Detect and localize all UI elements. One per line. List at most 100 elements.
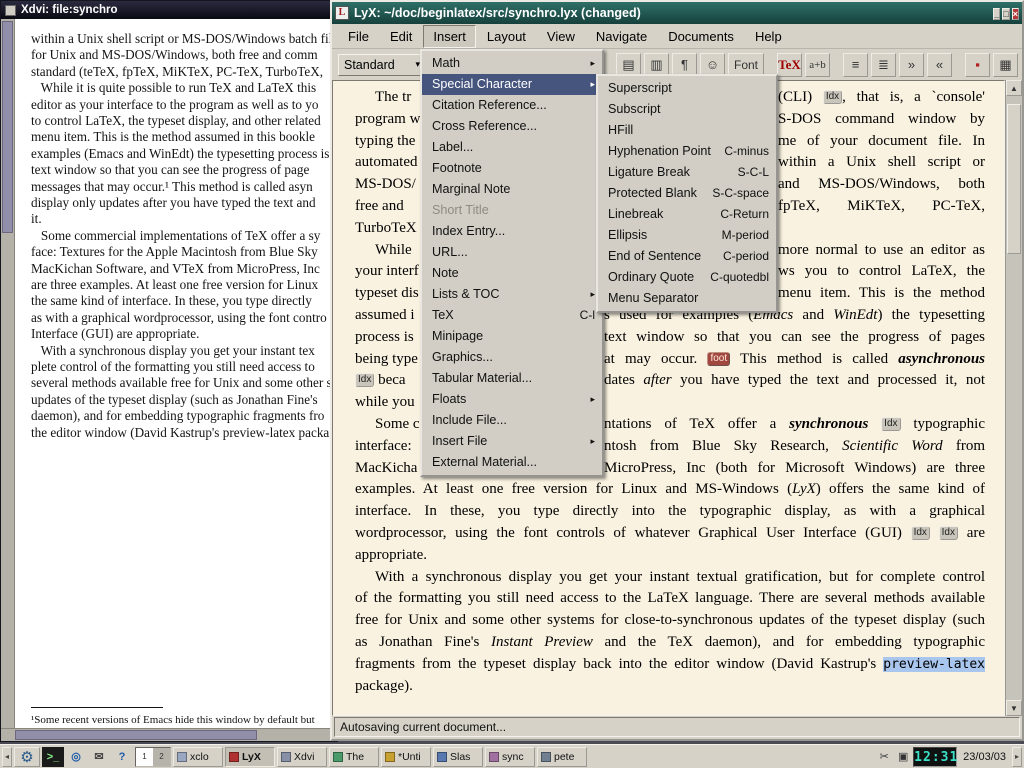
insert-menu-item-marginal-note[interactable]: Marginal Note xyxy=(422,179,602,200)
special-char-item-hyphenation-point[interactable]: Hyphenation PointC-minus xyxy=(598,141,776,162)
scroll-up-icon[interactable]: ▲ xyxy=(1006,80,1022,96)
close-button[interactable]: × xyxy=(1012,8,1019,20)
task-button-xdvi[interactable]: Xdvi xyxy=(277,747,327,767)
led-clock[interactable]: 12:31 xyxy=(913,747,957,767)
insert-menu-item-citation-reference[interactable]: Citation Reference... xyxy=(422,95,602,116)
klipper-icon[interactable]: ✂ xyxy=(876,749,892,765)
insert-menu-item-index-entry[interactable]: Index Entry... xyxy=(422,221,602,242)
tex-button[interactable]: TeX xyxy=(777,53,802,77)
task-button-slas[interactable]: Slas xyxy=(433,747,483,767)
math-mode-button[interactable]: a+b xyxy=(805,53,830,77)
xdvi-text-line: plete control of the formatting you stil… xyxy=(31,359,315,375)
font-button[interactable]: Font xyxy=(728,53,764,77)
insert-menu-item-insert-file[interactable]: Insert File▸ xyxy=(422,431,602,452)
special-char-item-linebreak[interactable]: LinebreakC-Return xyxy=(598,204,776,225)
insert-menu-item-note[interactable]: Note xyxy=(422,263,602,284)
index-inset-badge[interactable]: Idx xyxy=(911,526,930,540)
lyx-vertical-scrollbar-thumb[interactable] xyxy=(1007,104,1021,254)
taskbar-date[interactable]: 23/03/03 xyxy=(959,751,1010,763)
copy-icon[interactable]: ▥ xyxy=(644,53,669,77)
paragraph-style-combo[interactable]: Standard ▾ xyxy=(338,54,426,76)
insert-menu-item-minipage[interactable]: Minipage xyxy=(422,326,602,347)
index-inset-badge[interactable]: Idx xyxy=(355,373,374,387)
xdvi-titlebar[interactable]: Xdvi: file:synchro xyxy=(1,1,337,19)
menu-documents[interactable]: Documents xyxy=(658,25,744,48)
itemize-list-icon[interactable]: ≡ xyxy=(843,53,868,77)
special-char-item-subscript[interactable]: Subscript xyxy=(598,99,776,120)
xdvi-vertical-scrollbar[interactable] xyxy=(1,19,15,728)
menu-help[interactable]: Help xyxy=(745,25,792,48)
insert-menu-item-tabular-material[interactable]: Tabular Material... xyxy=(422,368,602,389)
menu-file[interactable]: File xyxy=(338,25,379,48)
task-button-unti[interactable]: *Unti xyxy=(381,747,431,767)
insert-menu-item-short-title[interactable]: Short Title xyxy=(422,200,602,221)
special-char-item-ordinary-quote[interactable]: Ordinary QuoteC-quotedbl xyxy=(598,267,776,288)
pager-desktop-1[interactable]: 1 xyxy=(136,748,153,766)
menu-insert[interactable]: Insert xyxy=(423,25,476,48)
desktop-pager[interactable]: 12 xyxy=(135,747,171,767)
insert-menu-item-math[interactable]: Math▸ xyxy=(422,53,602,74)
panel-hide-left-arrow[interactable]: ◂ xyxy=(2,747,12,767)
scroll-down-icon[interactable]: ▼ xyxy=(1006,700,1022,716)
insert-menu-item-floats[interactable]: Floats▸ xyxy=(422,389,602,410)
insert-menu-item-external-material[interactable]: External Material... xyxy=(422,452,602,473)
decrease-depth-icon[interactable]: « xyxy=(927,53,952,77)
insert-menu-item-graphics[interactable]: Graphics... xyxy=(422,347,602,368)
insert-menu-item-url[interactable]: URL... xyxy=(422,242,602,263)
insert-table-icon[interactable]: ▦ xyxy=(993,53,1018,77)
special-char-item-ellipsis[interactable]: EllipsisM-period xyxy=(598,225,776,246)
menu-navigate[interactable]: Navigate xyxy=(586,25,657,48)
insert-menu-item-tex[interactable]: TeXC-l xyxy=(422,305,602,326)
kmenu-button[interactable]: ⚙ xyxy=(14,747,40,767)
noun-face-icon[interactable]: ☺ xyxy=(700,53,725,77)
minimize-button[interactable]: _ xyxy=(993,8,1000,20)
menu-item-label: End of Sentence xyxy=(608,246,701,267)
terminal-launcher-icon[interactable]: >_ xyxy=(42,747,64,767)
xdvi-horizontal-scrollbar-thumb[interactable] xyxy=(15,730,257,740)
lyx-vertical-scrollbar[interactable]: ▲ ▼ xyxy=(1005,80,1022,716)
task-button-pete[interactable]: pete xyxy=(537,747,587,767)
pilcrow-icon[interactable]: ¶ xyxy=(672,53,697,77)
insert-figure-icon[interactable]: ▪ xyxy=(965,53,990,77)
help-launcher-icon[interactable]: ? xyxy=(111,747,133,767)
footnote-inset-badge[interactable]: foot xyxy=(707,352,730,366)
index-inset-badge[interactable]: Idx xyxy=(823,90,842,104)
kmail-launcher-icon[interactable]: ✉ xyxy=(88,747,110,767)
insert-menu-item-footnote[interactable]: Footnote xyxy=(422,158,602,179)
insert-menu-item-label[interactable]: Label... xyxy=(422,137,602,158)
konqueror-launcher-icon[interactable]: ◎ xyxy=(65,747,87,767)
insert-menu-item-cross-reference[interactable]: Cross Reference... xyxy=(422,116,602,137)
task-button-sync[interactable]: sync xyxy=(485,747,535,767)
special-char-item-hfill[interactable]: HFill xyxy=(598,120,776,141)
paste-icon[interactable]: ▤ xyxy=(616,53,641,77)
special-char-item-ligature-break[interactable]: Ligature BreakS-C-L xyxy=(598,162,776,183)
task-button-lyx[interactable]: LyX xyxy=(225,747,275,767)
insert-menu-item-special-character[interactable]: Special Character▸ xyxy=(422,74,602,95)
maximize-button[interactable]: □ xyxy=(1002,8,1009,20)
menu-edit[interactable]: Edit xyxy=(380,25,422,48)
pager-desktop-2[interactable]: 2 xyxy=(153,748,170,766)
lyx-titlebar[interactable]: L LyX: ~/doc/beginlatex/src/synchro.lyx … xyxy=(332,2,1022,24)
menu-layout[interactable]: Layout xyxy=(477,25,536,48)
special-char-item-superscript[interactable]: Superscript xyxy=(598,78,776,99)
insert-menu-item-include-file[interactable]: Include File... xyxy=(422,410,602,431)
special-char-item-end-of-sentence[interactable]: End of SentenceC-period xyxy=(598,246,776,267)
line-fragment: typeset dis xyxy=(355,283,419,304)
panel-hide-right-arrow[interactable]: ▸ xyxy=(1012,747,1022,767)
index-inset-badge[interactable]: Idx xyxy=(939,526,958,540)
menu-item-label: Ellipsis xyxy=(608,225,647,246)
xdvi-vertical-scrollbar-thumb[interactable] xyxy=(2,21,13,233)
menu-view[interactable]: View xyxy=(537,25,585,48)
special-char-item-protected-blank[interactable]: Protected BlankS-C-space xyxy=(598,183,776,204)
special-char-item-menu-separator[interactable]: Menu Separator xyxy=(598,288,776,309)
xdvi-horizontal-scrollbar[interactable] xyxy=(1,728,337,741)
task-button-xclo[interactable]: xclo xyxy=(173,747,223,767)
increase-depth-icon[interactable]: » xyxy=(899,53,924,77)
screen-icon[interactable]: ▣ xyxy=(895,749,911,765)
index-inset-badge[interactable]: Idx xyxy=(881,417,900,431)
task-button-the[interactable]: The xyxy=(329,747,379,767)
submenu-arrow-icon: ▸ xyxy=(590,389,595,410)
insert-menu-item-lists-toc[interactable]: Lists & TOC▸ xyxy=(422,284,602,305)
xdvi-page[interactable]: within a Unix shell script or MS-DOS/Win… xyxy=(15,19,337,728)
enumerate-list-icon[interactable]: ≣ xyxy=(871,53,896,77)
